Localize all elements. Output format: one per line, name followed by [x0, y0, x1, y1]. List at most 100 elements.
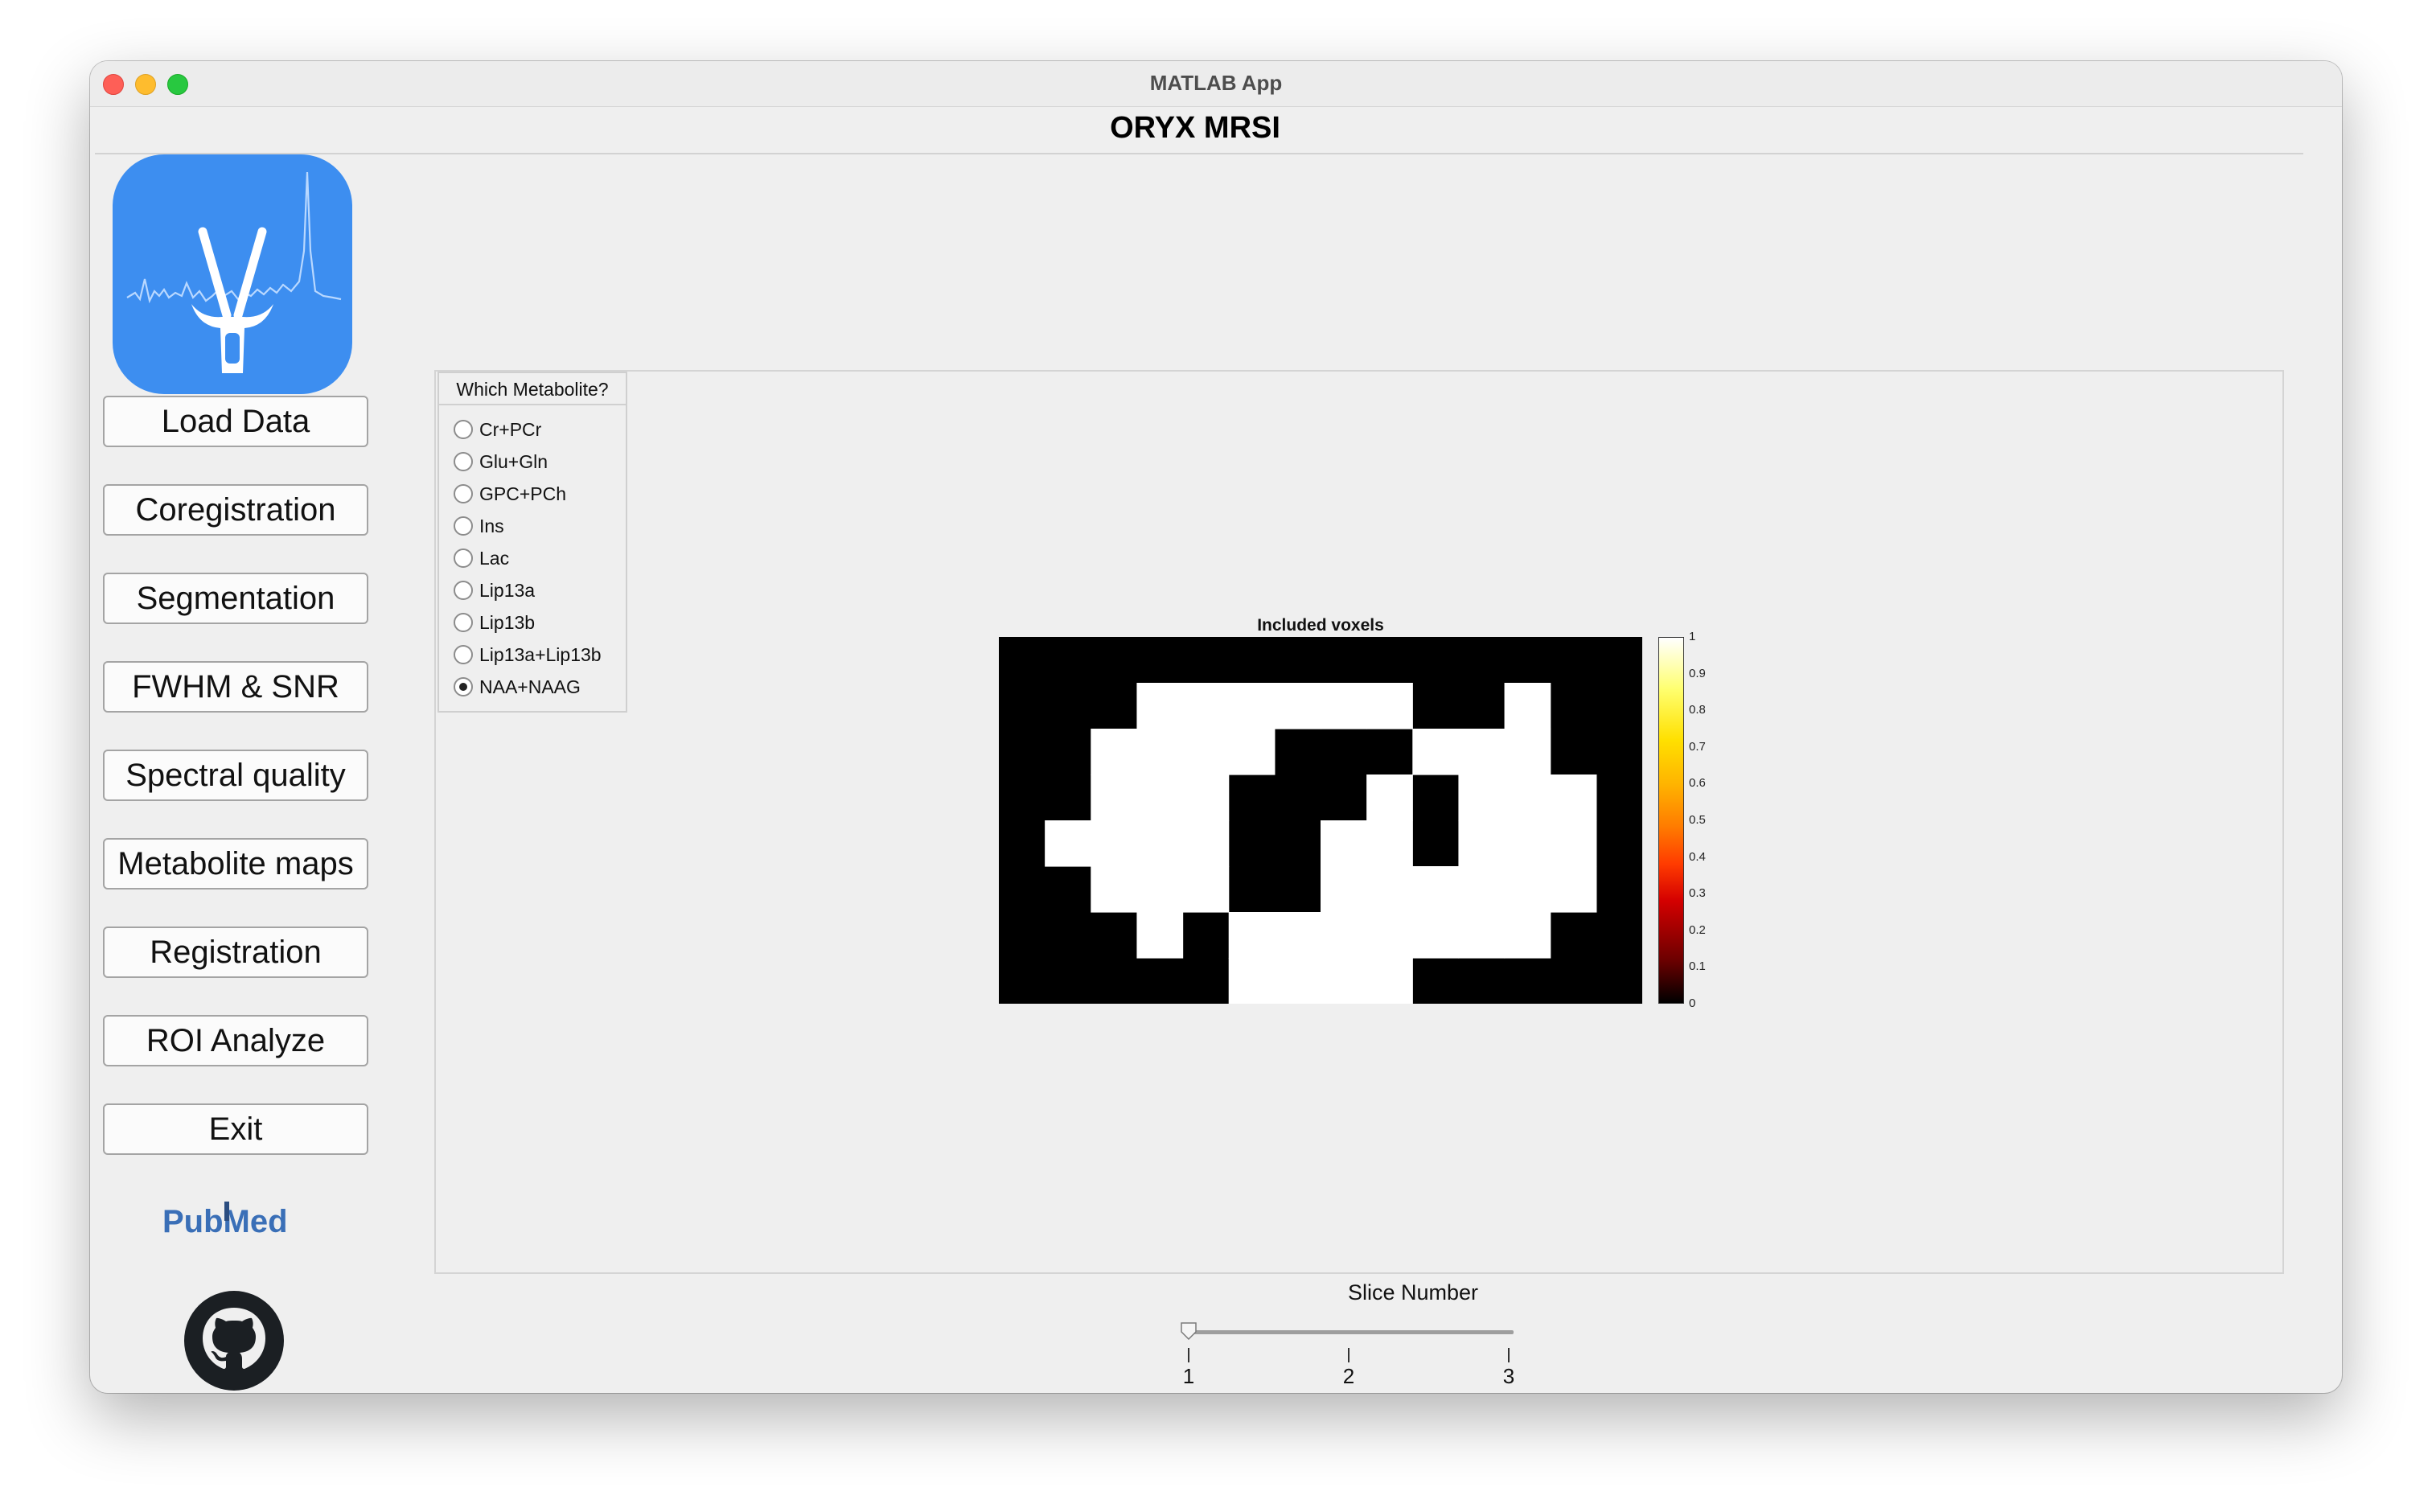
- radio-label: Lip13b: [479, 611, 536, 633]
- colorbar-tick-label: 0.3: [1689, 886, 1706, 901]
- colorbar-tick-label: 0.2: [1689, 922, 1706, 937]
- radio-lip13b[interactable]: Lip13b: [454, 608, 535, 637]
- radio-circle: [454, 484, 473, 503]
- radio-label: NAA+NAAG: [479, 676, 581, 697]
- colorbar-tick-label: 0.9: [1689, 666, 1706, 680]
- radio-glu-gln[interactable]: Glu+Gln: [454, 447, 548, 476]
- plot-title: Included voxels: [1257, 616, 1384, 635]
- included-voxel: [1321, 683, 1367, 729]
- radio-cr-pcr[interactable]: Cr+PCr: [454, 415, 541, 444]
- colorbar-tick-label: 0: [1689, 996, 1696, 1010]
- included-voxel: [1412, 866, 1460, 913]
- radio-label: GPC+PCh: [479, 483, 567, 504]
- included-voxel: [1366, 774, 1413, 821]
- radio-label: Lip13a: [479, 579, 536, 601]
- radio-ins[interactable]: Ins: [454, 512, 504, 540]
- included-voxel: [1321, 912, 1367, 959]
- app-title: ORYX MRSI: [1110, 111, 1280, 145]
- spectral-quality-button[interactable]: Spectral quality: [103, 750, 368, 801]
- load-data-button[interactable]: Load Data: [103, 396, 368, 447]
- radio-lac[interactable]: Lac: [454, 544, 509, 573]
- radio-circle: [454, 645, 473, 664]
- included-voxel: [1091, 729, 1138, 775]
- slice-slider-thumb[interactable]: [1181, 1322, 1197, 1340]
- included-voxel: [1182, 774, 1230, 821]
- colorbar-tick-label: 0.8: [1689, 703, 1706, 717]
- window-titlebar: MATLAB App: [90, 61, 2342, 107]
- included-voxel: [1504, 683, 1551, 729]
- oryx-logo-icon: [113, 154, 352, 394]
- window-title: MATLAB App: [1149, 71, 1283, 95]
- included-voxel: [1136, 820, 1184, 867]
- included-voxel: [1366, 912, 1413, 959]
- included-voxel: [1504, 820, 1551, 867]
- colorbar-tick-label: 0.6: [1689, 776, 1706, 791]
- colorbar-tick-label: 0.5: [1689, 813, 1706, 827]
- included-voxel: [1136, 866, 1184, 913]
- radio-circle: [454, 581, 473, 600]
- included-voxel: [1228, 958, 1276, 1004]
- included-voxel: [1045, 820, 1091, 867]
- metabolite-group-title: Which Metabolite?: [439, 373, 626, 405]
- included-voxel: [1321, 820, 1367, 867]
- radio-naa-naag[interactable]: NAA+NAAG: [454, 672, 581, 701]
- included-voxel: [1274, 958, 1321, 1004]
- included-voxel: [1136, 683, 1184, 729]
- included-voxel: [1136, 774, 1184, 821]
- slider-tick-label: 3: [1502, 1364, 1515, 1388]
- included-voxel: [1321, 958, 1367, 1004]
- pubmed-link[interactable]: PubMed: [162, 1197, 315, 1248]
- included-voxel: [1550, 866, 1597, 913]
- colorbar-tick-label: 0.1: [1689, 959, 1706, 974]
- radio-label: Lip13a+Lip13b: [479, 643, 602, 665]
- included-voxel: [1182, 683, 1230, 729]
- radio-gpc-pch[interactable]: GPC+PCh: [454, 479, 566, 508]
- included-voxel: [1366, 958, 1413, 1004]
- github-icon[interactable]: [183, 1290, 285, 1391]
- radio-circle: [454, 452, 473, 471]
- included-voxel: [1182, 729, 1230, 775]
- radio-lip13a-lip13b[interactable]: Lip13a+Lip13b: [454, 640, 602, 669]
- included-voxel: [1366, 820, 1413, 867]
- included-voxel: [1091, 866, 1138, 913]
- included-voxel: [1274, 912, 1321, 959]
- registration-button[interactable]: Registration: [103, 927, 368, 978]
- app-window: MATLAB App ORYX MRSI Load Data Coregistr…: [90, 61, 2342, 1393]
- coregistration-button[interactable]: Coregistration: [103, 484, 368, 536]
- included-voxel: [1228, 912, 1276, 959]
- colorbar: [1658, 637, 1684, 1004]
- radio-circle: [454, 613, 473, 632]
- radio-label: Lac: [479, 547, 510, 569]
- radio-lip13a[interactable]: Lip13a: [454, 576, 535, 605]
- included-voxel: [1504, 912, 1551, 959]
- included-voxel: [1091, 774, 1138, 821]
- segmentation-button[interactable]: Segmentation: [103, 573, 368, 624]
- included-voxel: [1274, 683, 1321, 729]
- slice-slider-track[interactable]: [1189, 1330, 1514, 1334]
- included-voxel: [1458, 820, 1506, 867]
- radio-circle-selected: [454, 677, 473, 696]
- title-divider: [95, 153, 2303, 154]
- slider-tick-mark: [1348, 1348, 1350, 1362]
- exit-button[interactable]: Exit: [103, 1103, 368, 1155]
- radio-label: Ins: [479, 515, 504, 536]
- included-voxel: [1182, 866, 1230, 913]
- radio-circle: [454, 516, 473, 536]
- radio-circle: [454, 549, 473, 568]
- voxel-map: [999, 637, 1642, 1004]
- included-voxel: [1412, 912, 1460, 959]
- included-voxel: [1504, 729, 1551, 775]
- included-voxel: [1228, 729, 1276, 775]
- fwhm-snr-button[interactable]: FWHM & SNR: [103, 661, 368, 713]
- included-voxel: [1458, 729, 1506, 775]
- included-voxel: [1504, 866, 1551, 913]
- included-voxel: [1228, 683, 1276, 729]
- metabolite-maps-button[interactable]: Metabolite maps: [103, 838, 368, 890]
- roi-analyze-button[interactable]: ROI Analyze: [103, 1015, 368, 1066]
- included-voxel: [1136, 912, 1184, 959]
- radio-label: Cr+PCr: [479, 418, 542, 440]
- slider-tick-mark: [1188, 1348, 1189, 1362]
- included-voxel: [1504, 774, 1551, 821]
- included-voxel: [1136, 729, 1184, 775]
- slider-tick-mark: [1508, 1348, 1510, 1362]
